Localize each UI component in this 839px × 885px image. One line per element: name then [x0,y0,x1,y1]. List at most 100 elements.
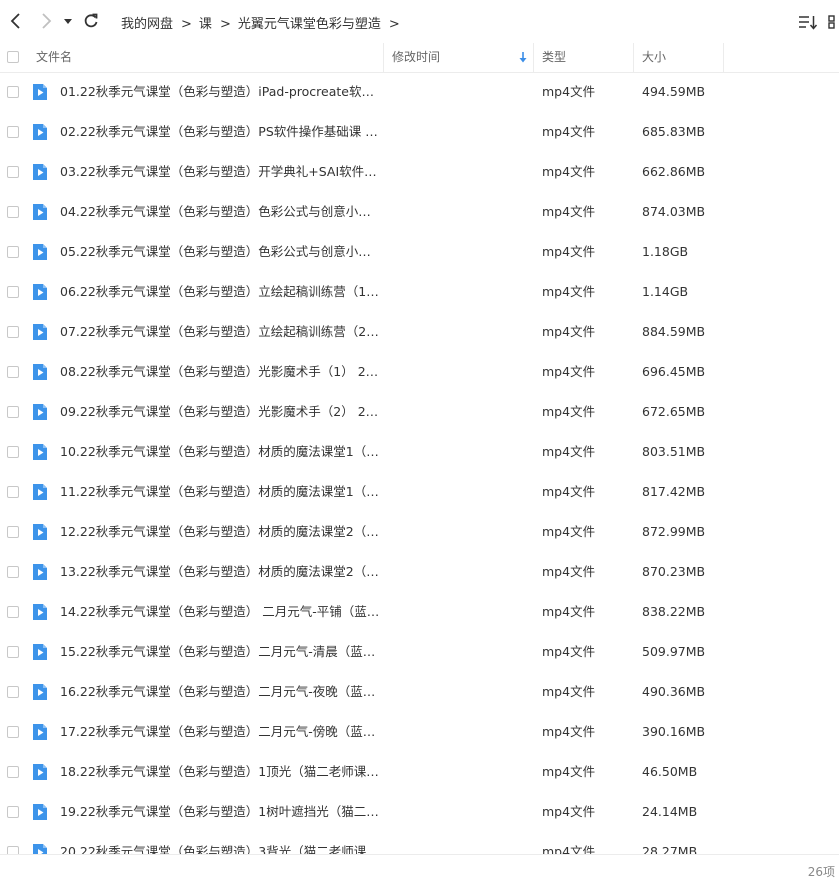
file-row[interactable]: 16.22秋季元气课堂（色彩与塑造）二月元气-夜晚（蓝蓝老师） mp4文件 490.… [0,672,839,712]
file-size: 884.59MB [642,324,706,339]
file-name[interactable]: 08.22秋季元气课堂（色彩与塑造）光影魔术手（1） 2022 [60,352,382,392]
file-row[interactable]: 20.22秋季元气课堂（色彩与塑造）3背光（猫二老师课后答疑） mp4文件 28.2… [0,832,839,854]
file-row[interactable]: 10.22秋季元气课堂（色彩与塑造）材质的魔法课堂1（1） mp4文件 803.51… [0,432,839,472]
file-name[interactable]: 20.22秋季元气课堂（色彩与塑造）3背光（猫二老师课后答疑） [60,832,382,854]
file-name[interactable]: 13.22秋季元气课堂（色彩与塑造）材质的魔法课堂2（2） [60,552,382,592]
row-checkbox[interactable] [7,686,19,698]
file-name[interactable]: 11.22秋季元气课堂（色彩与塑造）材质的魔法课堂1（2） [60,472,382,512]
file-name[interactable]: 14.22秋季元气课堂（色彩与塑造） 二月元气-平铺（蓝蓝老师） [60,592,382,632]
file-name[interactable]: 09.22秋季元气课堂（色彩与塑造）光影魔术手（2） 2022 [60,392,382,432]
breadcrumb-item-current-folder[interactable]: 光翼元气课堂色彩与塑造 [238,13,381,32]
row-checkbox[interactable] [7,286,19,298]
file-row[interactable]: 12.22秋季元气课堂（色彩与塑造）材质的魔法课堂2（1） mp4文件 872.99… [0,512,839,552]
file-name[interactable]: 04.22秋季元气课堂（色彩与塑造）色彩公式与创意小物件（1） [60,192,382,232]
breadcrumb-item-root[interactable]: 我的网盘 [121,13,173,32]
file-size: 838.22MB [642,604,706,619]
file-row[interactable]: 18.22秋季元气课堂（色彩与塑造）1顶光（猫二老师课后答疑） mp4文件 46.5… [0,752,839,792]
column-divider[interactable] [383,43,384,72]
file-name[interactable]: 18.22秋季元气课堂（色彩与塑造）1顶光（猫二老师课后答疑） [60,752,382,792]
row-checkbox[interactable] [7,766,19,778]
column-name-header[interactable]: 文件名 [36,43,72,72]
caret-down-icon [64,19,72,24]
file-type: mp4文件 [542,204,596,219]
file-size: 803.51MB [642,444,706,459]
file-row[interactable]: 17.22秋季元气课堂（色彩与塑造）二月元气-傍晚（蓝蓝老师） mp4文件 390.… [0,712,839,752]
row-checkbox[interactable] [7,326,19,338]
row-checkbox[interactable] [7,126,19,138]
row-checkbox[interactable] [7,606,19,618]
row-checkbox[interactable] [7,406,19,418]
file-type: mp4文件 [542,644,596,659]
file-row[interactable]: 07.22秋季元气课堂（色彩与塑造）立绘起稿训练营（2）2022 mp4文件 884… [0,312,839,352]
file-row[interactable]: 03.22秋季元气课堂（色彩与塑造）开学典礼+SAI软件操作基础课 mp4文件 66… [0,152,839,192]
row-checkbox[interactable] [7,166,19,178]
file-name[interactable]: 05.22秋季元气课堂（色彩与塑造）色彩公式与创意小物件（2） [60,232,382,272]
back-button[interactable] [5,10,27,32]
file-row[interactable]: 11.22秋季元气课堂（色彩与塑造）材质的魔法课堂1（2） mp4文件 817.42… [0,472,839,512]
file-size: 509.97MB [642,644,706,659]
file-name[interactable]: 06.22秋季元气课堂（色彩与塑造）立绘起稿训练营（1）2022 [60,272,382,312]
video-file-icon [33,444,47,460]
row-checkbox[interactable] [7,846,19,854]
history-dropdown-button[interactable] [62,10,74,32]
file-type: mp4文件 [542,164,596,179]
select-all-checkbox[interactable] [7,51,19,63]
column-modified-header[interactable]: 修改时间 [392,43,440,72]
file-row[interactable]: 14.22秋季元气课堂（色彩与塑造） 二月元气-平铺（蓝蓝老师） mp4文件 838… [0,592,839,632]
file-name[interactable]: 15.22秋季元气课堂（色彩与塑造）二月元气-清晨（蓝蓝老师） [60,632,382,672]
file-row[interactable]: 09.22秋季元气课堂（色彩与塑造）光影魔术手（2） 2022 mp4文件 672.… [0,392,839,432]
file-name[interactable]: 02.22秋季元气课堂（色彩与塑造）PS软件操作基础课 2022 [60,112,382,152]
file-name[interactable]: 17.22秋季元气课堂（色彩与塑造）二月元气-傍晚（蓝蓝老师） [60,712,382,752]
row-checkbox[interactable] [7,526,19,538]
column-size-header[interactable]: 大小 [642,43,666,72]
breadcrumb: 我的网盘 > 课 > 光翼元气课堂色彩与塑造 > [121,13,407,32]
video-file-icon [33,724,47,740]
row-checkbox[interactable] [7,646,19,658]
sort-descending-icon[interactable] [519,52,527,63]
row-checkbox[interactable] [7,366,19,378]
forward-button[interactable] [35,10,57,32]
video-file-icon [33,844,47,854]
file-type: mp4文件 [542,364,596,379]
file-row[interactable]: 06.22秋季元气课堂（色彩与塑造）立绘起稿训练营（1）2022 mp4文件 1.1… [0,272,839,312]
row-checkbox[interactable] [7,806,19,818]
column-divider[interactable] [633,43,634,72]
refresh-button[interactable] [80,10,102,32]
row-checkbox[interactable] [7,446,19,458]
row-checkbox[interactable] [7,86,19,98]
video-file-icon [33,324,47,340]
row-checkbox[interactable] [7,486,19,498]
row-checkbox[interactable] [7,566,19,578]
file-name[interactable]: 19.22秋季元气课堂（色彩与塑造）1树叶遮挡光（猫二老师课后答疑） [60,792,382,832]
file-row[interactable]: 02.22秋季元气课堂（色彩与塑造）PS软件操作基础课 2022 mp4文件 685… [0,112,839,152]
file-size: 1.18GB [642,244,689,259]
video-file-icon [33,764,47,780]
file-row[interactable]: 08.22秋季元气课堂（色彩与塑造）光影魔术手（1） 2022 mp4文件 696.… [0,352,839,392]
file-size: 24.14MB [642,804,698,819]
file-row[interactable]: 13.22秋季元气课堂（色彩与塑造）材质的魔法课堂2（2） mp4文件 870.23… [0,552,839,592]
file-name[interactable]: 07.22秋季元气课堂（色彩与塑造）立绘起稿训练营（2）2022 [60,312,382,352]
file-row[interactable]: 15.22秋季元气课堂（色彩与塑造）二月元气-清晨（蓝蓝老师） mp4文件 509.… [0,632,839,672]
row-checkbox[interactable] [7,246,19,258]
column-type-header[interactable]: 类型 [542,43,566,72]
file-name[interactable]: 12.22秋季元气课堂（色彩与塑造）材质的魔法课堂2（1） [60,512,382,552]
file-row[interactable]: 19.22秋季元气课堂（色彩与塑造）1树叶遮挡光（猫二老师课后答疑） mp4文件 2… [0,792,839,832]
column-divider[interactable] [723,43,724,72]
file-name[interactable]: 03.22秋季元气课堂（色彩与塑造）开学典礼+SAI软件操作基础课 [60,152,382,192]
view-options-button[interactable] [828,13,839,31]
file-row[interactable]: 04.22秋季元气课堂（色彩与塑造）色彩公式与创意小物件（1） mp4文件 874.… [0,192,839,232]
file-type: mp4文件 [542,124,596,139]
file-name[interactable]: 16.22秋季元气课堂（色彩与塑造）二月元气-夜晚（蓝蓝老师） [60,672,382,712]
file-row[interactable]: 01.22秋季元气课堂（色彩与塑造）iPad-procreate软件操作基础课 m… [0,72,839,112]
video-file-icon [33,484,47,500]
file-name[interactable]: 01.22秋季元气课堂（色彩与塑造）iPad-procreate软件操作基础课 [60,72,382,112]
row-checkbox[interactable] [7,206,19,218]
breadcrumb-item-course[interactable]: 课 [199,13,212,32]
file-row[interactable]: 05.22秋季元气课堂（色彩与塑造）色彩公式与创意小物件（2） mp4文件 1.18… [0,232,839,272]
sort-button[interactable] [798,13,818,31]
column-divider[interactable] [533,43,534,72]
file-type: mp4文件 [542,844,596,854]
row-checkbox[interactable] [7,726,19,738]
file-name[interactable]: 10.22秋季元气课堂（色彩与塑造）材质的魔法课堂1（1） [60,432,382,472]
chevron-right-icon [42,13,52,29]
